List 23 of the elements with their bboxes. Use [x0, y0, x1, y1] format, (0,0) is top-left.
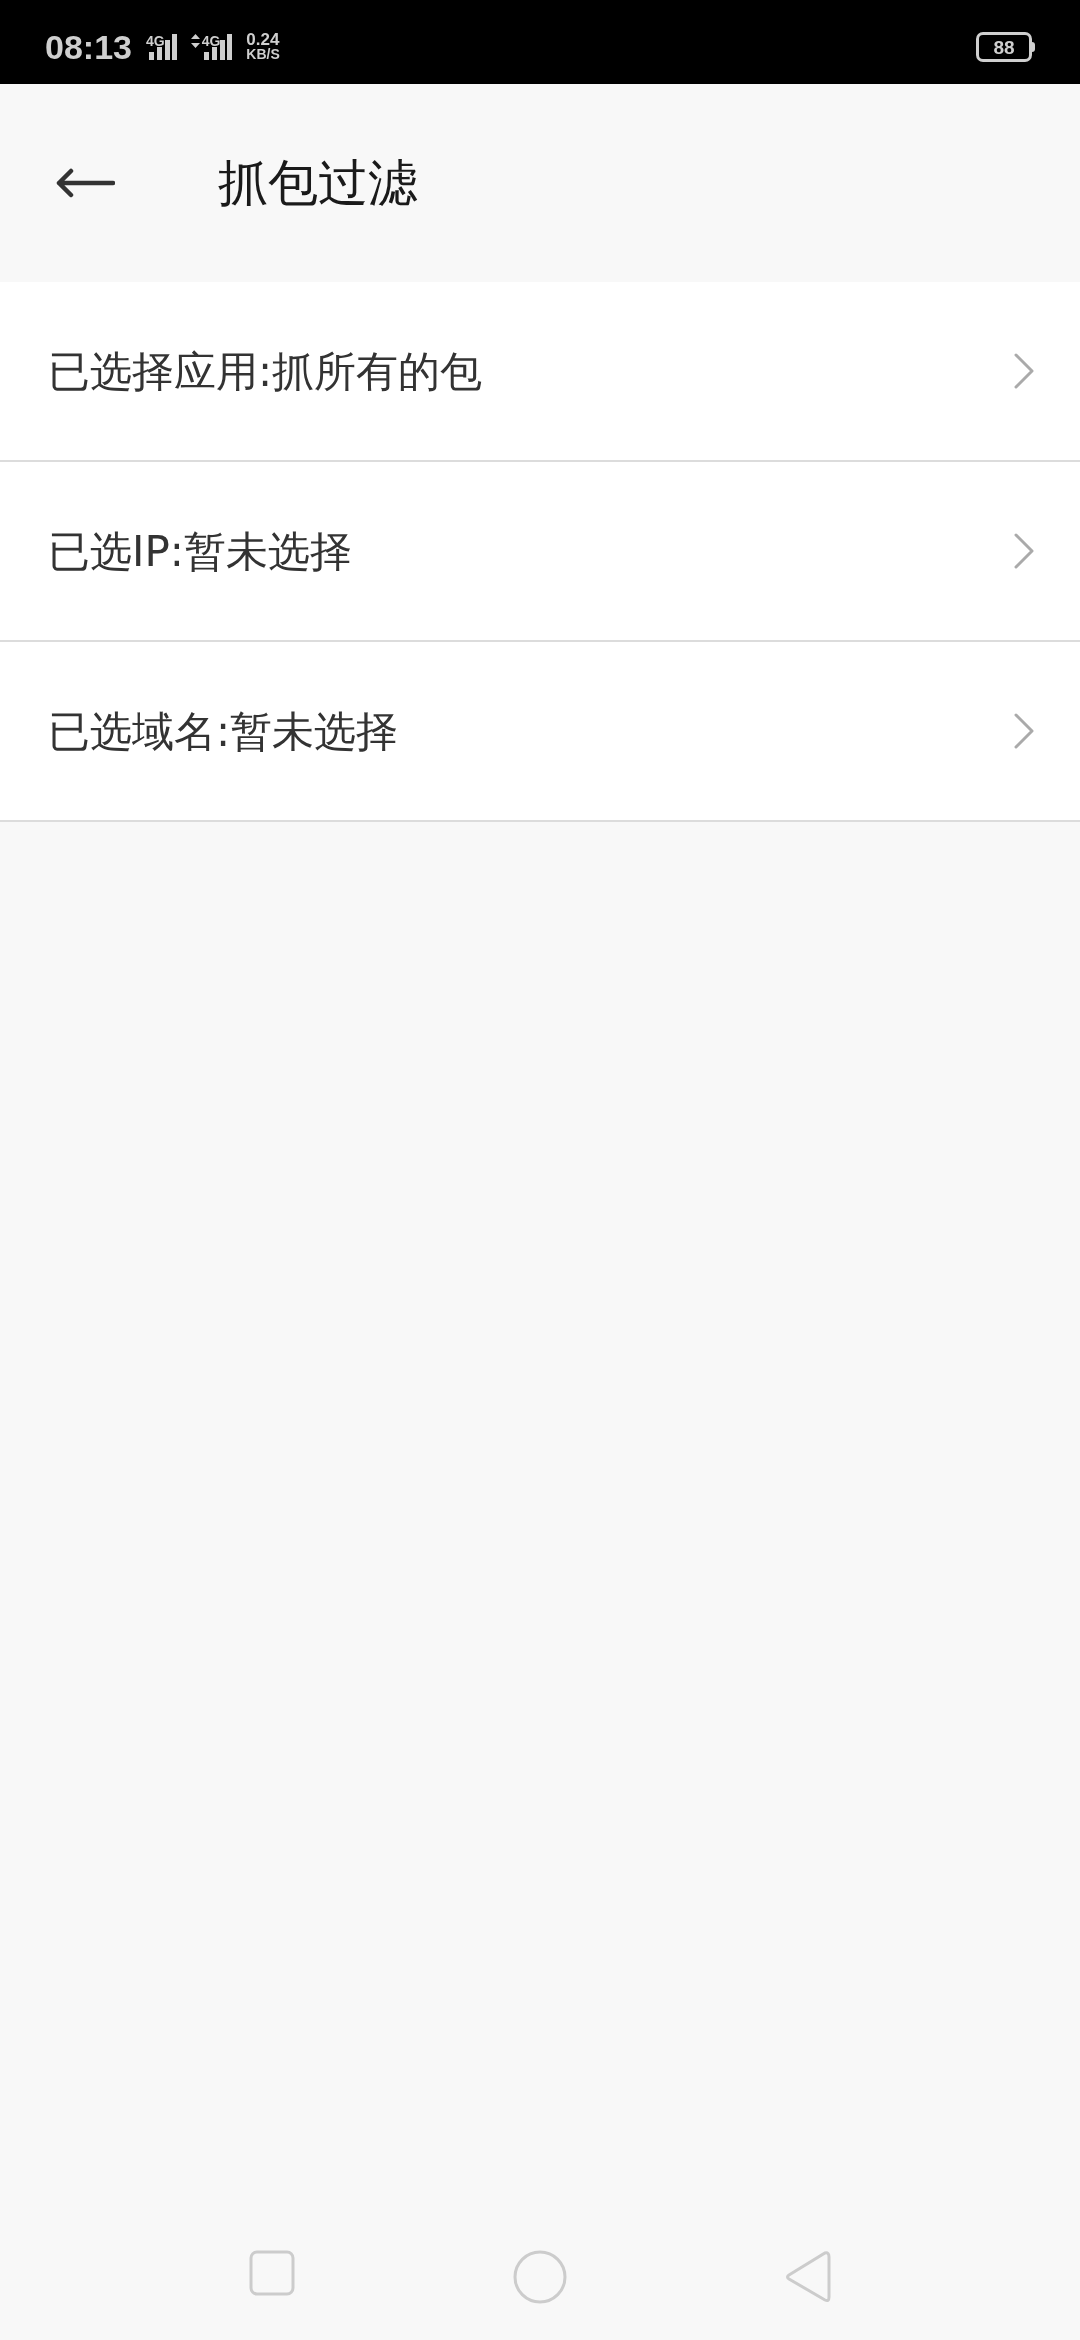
network-speed-unit: KB/S — [246, 47, 280, 62]
network-type: 4G — [201, 34, 221, 48]
back-triangle-icon[interactable] — [785, 2250, 831, 2304]
chevron-right-icon — [1013, 712, 1035, 750]
signal-icon — [204, 34, 233, 60]
clock-time: 08:13 — [45, 26, 132, 68]
home-icon[interactable] — [513, 2250, 567, 2304]
network-speed-value: 0.24 — [246, 32, 280, 47]
recent-apps-icon[interactable] — [249, 2250, 295, 2296]
signal-icon — [148, 34, 177, 60]
filter-row[interactable]: 已选IP:暂未选择 — [0, 462, 1080, 642]
data-arrows-icon — [190, 34, 200, 48]
back-arrow-icon — [55, 168, 115, 198]
battery-level: 88 — [993, 37, 1015, 57]
page-title: 抓包过滤 — [218, 152, 418, 214]
filter-row[interactable]: 已选择应用:抓所有的包 — [0, 282, 1080, 462]
network-type: 4G — [145, 34, 165, 48]
chevron-right-icon — [1013, 352, 1035, 390]
filter-label: 已选IP:暂未选择 — [48, 525, 352, 578]
filter-row[interactable]: 已选域名:暂未选择 — [0, 642, 1080, 822]
chevron-right-icon — [1013, 532, 1035, 570]
filter-label: 已选择应用:抓所有的包 — [48, 345, 483, 398]
filter-label: 已选域名:暂未选择 — [48, 705, 399, 758]
